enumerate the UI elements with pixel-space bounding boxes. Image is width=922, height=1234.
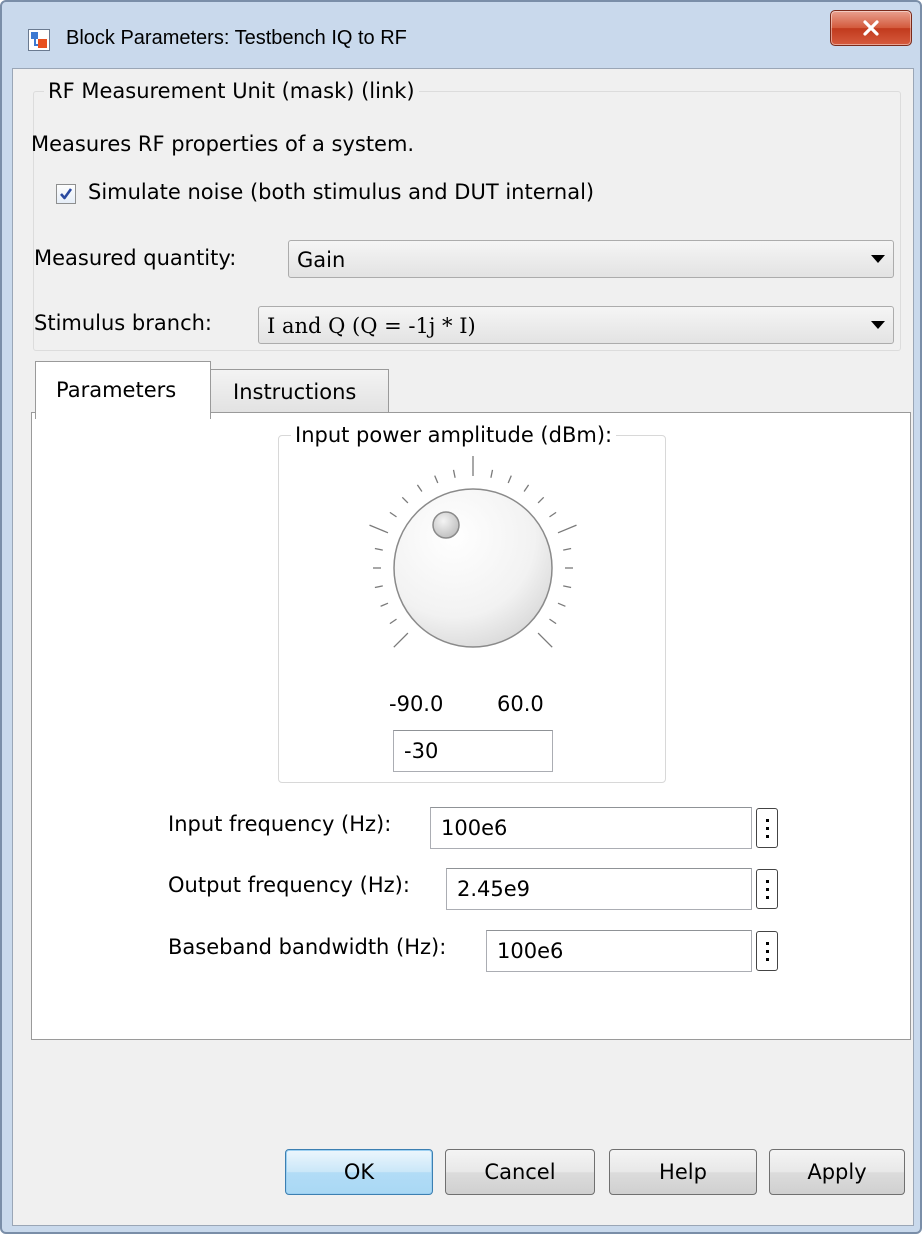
- more-options-icon[interactable]: [756, 931, 778, 971]
- measured-quantity-label: Measured quantity:: [34, 246, 237, 270]
- knob-tick: [523, 484, 530, 492]
- tab-parameters-label: Parameters: [56, 378, 177, 402]
- knob-tick: [393, 632, 409, 648]
- knob-tick: [416, 484, 423, 492]
- help-button[interactable]: Help: [609, 1149, 757, 1195]
- measured-quantity-select[interactable]: Gain: [288, 240, 894, 278]
- knob-tick: [557, 524, 577, 534]
- knob-tick: [537, 632, 553, 648]
- knob-tick: [557, 602, 566, 607]
- input-power-group: Input power amplitude (dBm): -90.0 60.0 …: [278, 423, 667, 783]
- knob-max-label: 60.0: [497, 692, 544, 716]
- baseband-bandwidth-label: Baseband bandwidth (Hz):: [168, 935, 447, 959]
- stimulus-branch-value: I and Q (Q = -1j * I): [267, 314, 476, 338]
- knob-indicator: [432, 511, 460, 539]
- knob-tick: [374, 547, 383, 551]
- knob-tick: [374, 585, 383, 589]
- mask-description: Measures RF properties of a system.: [31, 132, 415, 156]
- output-frequency-input[interactable]: [447, 869, 751, 909]
- more-options-icon[interactable]: [756, 869, 778, 909]
- mask-group-title: RF Measurement Unit (mask) (link): [44, 79, 419, 103]
- knob-tick: [549, 511, 557, 518]
- knob-tick: [401, 496, 409, 504]
- checkmark-icon: [60, 188, 73, 200]
- knob-tick: [452, 469, 456, 478]
- knob-tick: [380, 602, 389, 607]
- simulate-noise-label: Simulate noise (both stimulus and DUT in…: [88, 180, 595, 204]
- baseband-bandwidth-field[interactable]: [486, 930, 752, 972]
- more-options-icon[interactable]: [756, 808, 778, 848]
- knob-tick: [434, 475, 439, 484]
- dialog-window: Block Parameters: Testbench IQ to RF RF …: [0, 0, 922, 1234]
- ok-button[interactable]: OK: [285, 1149, 433, 1195]
- parameters-tab-panel: Input power amplitude (dBm): -90.0 60.0 …: [31, 412, 911, 1040]
- knob-dial: [393, 488, 553, 648]
- input-power-input[interactable]: [394, 731, 552, 771]
- knob-min-label: -90.0: [389, 692, 444, 716]
- stimulus-branch-label: Stimulus branch:: [34, 311, 212, 335]
- knob-tick: [490, 469, 494, 478]
- output-frequency-label: Output frequency (Hz):: [168, 873, 410, 897]
- knob-tick: [389, 618, 397, 625]
- simulink-block-icon: [28, 29, 50, 51]
- input-frequency-label: Input frequency (Hz):: [168, 812, 392, 836]
- apply-button[interactable]: Apply: [769, 1149, 905, 1195]
- baseband-bandwidth-input[interactable]: [487, 931, 751, 971]
- cancel-button[interactable]: Cancel: [445, 1149, 595, 1195]
- knob-tick: [507, 475, 512, 484]
- stimulus-branch-select[interactable]: I and Q (Q = -1j * I): [258, 306, 894, 344]
- input-frequency-input[interactable]: [431, 808, 751, 848]
- tab-parameters[interactable]: Parameters: [35, 361, 211, 419]
- close-icon: [863, 20, 879, 36]
- knob-tick: [563, 585, 572, 589]
- knob-tick: [537, 496, 545, 504]
- simulate-noise-checkbox[interactable]: [56, 184, 76, 204]
- dropdown-arrow-icon: [871, 255, 885, 263]
- dropdown-arrow-icon: [871, 321, 885, 329]
- knob-tick: [549, 618, 557, 625]
- measured-quantity-value: Gain: [297, 248, 346, 272]
- knob-tick: [389, 511, 397, 518]
- input-power-knob[interactable]: [279, 436, 667, 686]
- tab-instructions-label: Instructions: [233, 380, 357, 404]
- input-frequency-field[interactable]: [430, 807, 752, 849]
- window-title: Block Parameters: Testbench IQ to RF: [66, 27, 407, 49]
- title-bar: Block Parameters: Testbench IQ to RF: [2, 2, 920, 68]
- knob-tick: [369, 524, 389, 534]
- tab-instructions[interactable]: Instructions: [211, 369, 389, 413]
- input-power-field[interactable]: [393, 730, 553, 772]
- dialog-client-area: RF Measurement Unit (mask) (link) Measur…: [12, 68, 914, 1226]
- close-button[interactable]: [830, 10, 912, 46]
- knob-tick: [563, 547, 572, 551]
- output-frequency-field[interactable]: [446, 868, 752, 910]
- mask-group-box: RF Measurement Unit (mask) (link) Measur…: [31, 79, 901, 351]
